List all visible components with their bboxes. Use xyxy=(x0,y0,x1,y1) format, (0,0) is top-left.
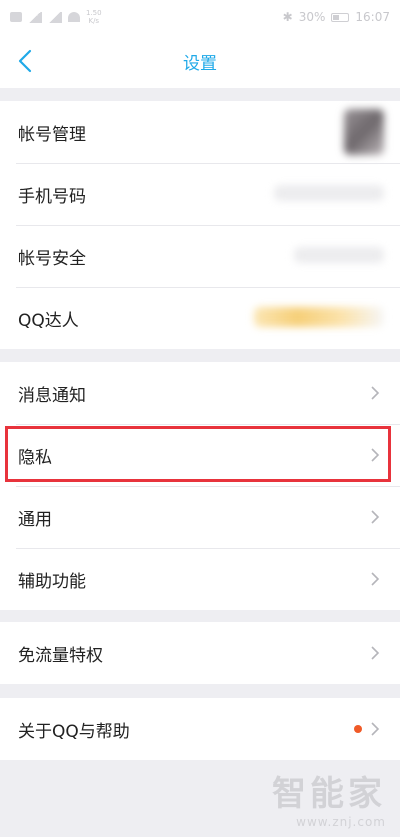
item-label: 辅助功能 xyxy=(18,571,86,592)
chevron-right-icon xyxy=(371,386,380,400)
item-label: 免流量特权 xyxy=(18,645,103,666)
settings-group: 消息通知 隐私 通用 辅助功能 xyxy=(0,362,400,610)
page-title: 设置 xyxy=(183,53,217,74)
header: 设置 xyxy=(0,34,400,88)
list-item-notifications[interactable]: 消息通知 xyxy=(0,362,400,424)
status-bar: 1.50 K/s ✱ 30% 16:07 xyxy=(0,0,400,34)
list-item-phone-number[interactable]: 手机号码 xyxy=(0,163,400,225)
list-item-general[interactable]: 通用 xyxy=(0,486,400,548)
chevron-left-icon xyxy=(18,49,32,73)
watermark-logo: 智能家 xyxy=(272,774,386,814)
watermark: 智能家 www.znj.com xyxy=(272,766,386,829)
wifi-icon xyxy=(68,12,80,22)
back-button[interactable] xyxy=(12,46,42,76)
account-group: 帐号管理 手机号码 帐号安全 QQ达人 xyxy=(0,101,400,349)
data-free-group: 免流量特权 xyxy=(0,622,400,684)
list-item-about-help[interactable]: 关于QQ与帮助 xyxy=(0,698,400,760)
signal-icon-2 xyxy=(48,11,62,23)
qq-level-blurred xyxy=(254,307,384,327)
list-item-account-security[interactable]: 帐号安全 xyxy=(0,225,400,287)
chevron-right-icon xyxy=(371,448,380,462)
list-item-qq-master[interactable]: QQ达人 xyxy=(0,287,400,349)
chevron-right-icon xyxy=(371,646,380,660)
signal-icon xyxy=(28,11,42,23)
item-label: 关于QQ与帮助 xyxy=(18,721,130,742)
chevron-right-icon xyxy=(371,722,380,736)
list-item-accessibility[interactable]: 辅助功能 xyxy=(0,548,400,610)
battery-percent: 30% xyxy=(298,10,326,24)
item-label: QQ达人 xyxy=(18,310,79,331)
item-label: 帐号管理 xyxy=(18,124,86,145)
list-item-account-management[interactable]: 帐号管理 xyxy=(0,101,400,163)
phone-blurred xyxy=(274,185,384,201)
avatar-blurred xyxy=(344,109,384,155)
item-label: 帐号安全 xyxy=(18,248,86,269)
network-speed: 1.50 K/s xyxy=(86,9,102,25)
list-item-data-free-privilege[interactable]: 免流量特权 xyxy=(0,622,400,684)
security-blurred xyxy=(294,247,384,263)
vibrate-icon: ✱ xyxy=(282,10,293,24)
battery-icon xyxy=(331,12,350,22)
item-label: 隐私 xyxy=(18,447,52,468)
item-label: 手机号码 xyxy=(18,186,86,207)
item-label: 消息通知 xyxy=(18,385,86,406)
watermark-url: www.znj.com xyxy=(296,815,386,829)
item-label: 通用 xyxy=(18,509,52,530)
about-group: 关于QQ与帮助 xyxy=(0,698,400,760)
chevron-right-icon xyxy=(371,510,380,524)
clock: 16:07 xyxy=(355,10,390,24)
chevron-right-icon xyxy=(371,572,380,586)
list-item-privacy[interactable]: 隐私 xyxy=(0,424,400,486)
sim-icon xyxy=(10,12,22,22)
new-badge-dot xyxy=(354,725,362,733)
